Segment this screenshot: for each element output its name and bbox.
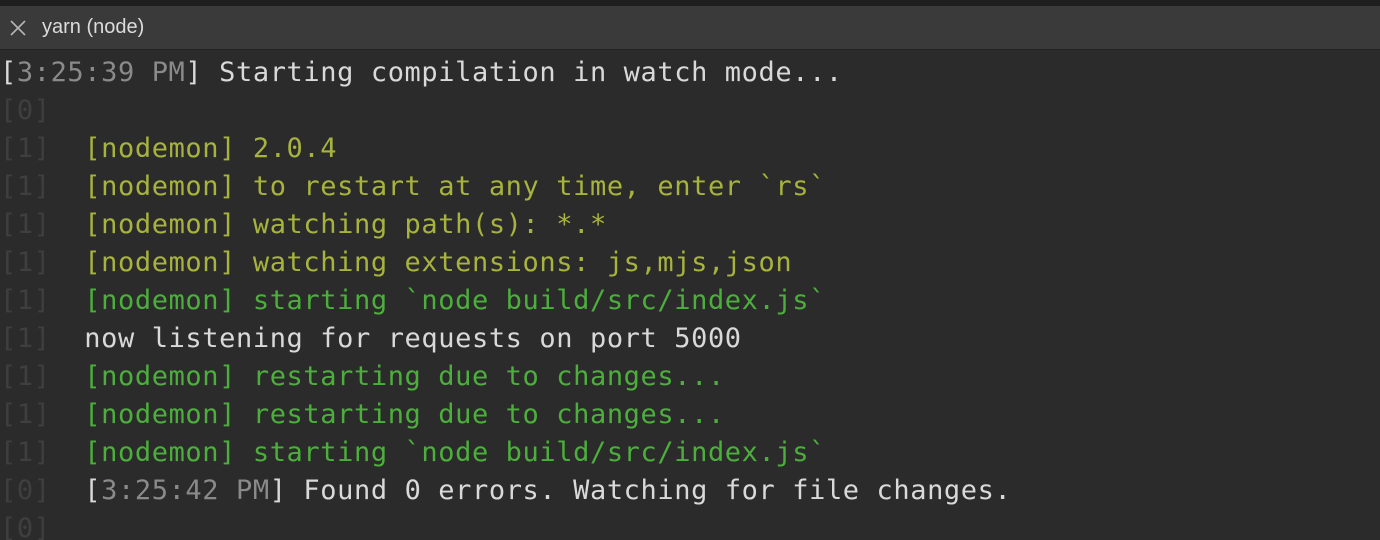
timestamp: 3:25:39 PM (16, 57, 186, 88)
tab-bar: yarn (node) (0, 6, 1380, 50)
process-prefix: [1] (0, 247, 51, 278)
terminal-line: [0] [3:25:42 PM] Found 0 errors. Watchin… (0, 472, 1380, 510)
line-text: now listening for requests on port 5000 (84, 323, 742, 354)
tab-title[interactable]: yarn (node) (42, 16, 144, 39)
line-text: [nodemon] restarting due to changes... (84, 399, 725, 430)
terminal-line: [1] [nodemon] watching extensions: js,mj… (0, 244, 1380, 282)
line-text: [nodemon] to restart at any time, enter … (84, 171, 826, 202)
terminal-line: [1] now listening for requests on port 5… (0, 320, 1380, 358)
process-prefix: [1] (0, 361, 51, 392)
terminal-line: [1] [nodemon] starting `node build/src/i… (0, 282, 1380, 320)
line-text: [nodemon] 2.0.4 (84, 133, 338, 164)
terminal-line: [1] [nodemon] starting `node build/src/i… (0, 434, 1380, 472)
process-prefix: [1] (0, 323, 51, 354)
line-text: Starting compilation in watch mode... (202, 57, 843, 88)
terminal-output[interactable]: [3:25:39 PM] Starting compilation in wat… (0, 54, 1380, 540)
terminal-line: [1] [nodemon] 2.0.4 (0, 130, 1380, 168)
terminal-line: [1] [nodemon] restarting due to changes.… (0, 396, 1380, 434)
process-prefix: [1] (0, 399, 51, 430)
line-text: [nodemon] starting `node build/src/index… (84, 437, 826, 468)
line-text: [nodemon] restarting due to changes... (84, 361, 725, 392)
line-text: [nodemon] watching path(s): *.* (84, 209, 607, 240)
terminal-line: [0] (0, 510, 1380, 540)
timestamp-open-bracket: [ (0, 57, 17, 88)
timestamp-close-bracket: ] (269, 475, 287, 506)
terminal-line: [3:25:39 PM] Starting compilation in wat… (0, 54, 1380, 92)
timestamp-open-bracket: [ (84, 475, 102, 506)
process-prefix: [0] (0, 95, 51, 126)
terminal-line: [0] (0, 92, 1380, 130)
line-text: [nodemon] starting `node build/src/index… (84, 285, 826, 316)
process-prefix: [1] (0, 171, 51, 202)
line-text: Found 0 errors. Watching for file change… (286, 475, 1012, 506)
timestamp: 3:25:42 PM (101, 475, 270, 506)
process-prefix: [1] (0, 285, 51, 316)
terminal-line: [1] [nodemon] to restart at any time, en… (0, 168, 1380, 206)
process-prefix: [1] (0, 133, 51, 164)
terminal-line: [1] [nodemon] watching path(s): *.* (0, 206, 1380, 244)
terminal-line: [1] [nodemon] restarting due to changes.… (0, 358, 1380, 396)
line-text: [nodemon] watching extensions: js,mjs,js… (84, 247, 793, 278)
close-icon[interactable] (0, 6, 36, 49)
process-prefix: [1] (0, 437, 51, 468)
timestamp-close-bracket: ] (185, 57, 203, 88)
process-prefix: [0] (0, 513, 51, 540)
process-prefix: [0] (0, 475, 51, 506)
process-prefix: [1] (0, 209, 51, 240)
